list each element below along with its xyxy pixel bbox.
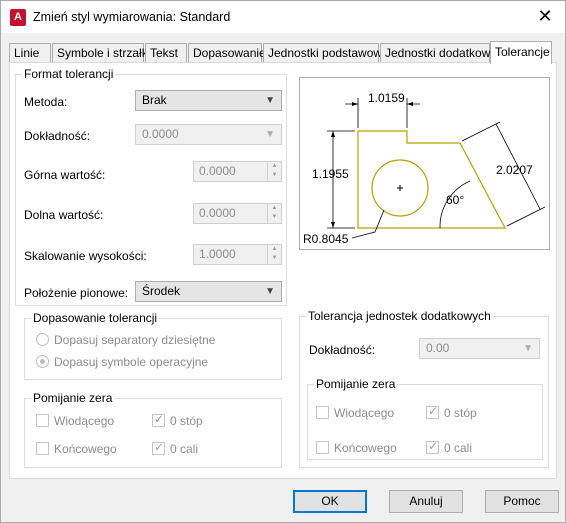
checkbox-box <box>316 441 329 454</box>
spin-up-icon[interactable]: ▲ <box>268 204 281 213</box>
chevron-down-icon: ▼ <box>523 343 533 354</box>
spin-down-icon[interactable]: ▼ <box>268 213 281 222</box>
spin-down-icon[interactable]: ▼ <box>268 171 281 180</box>
radio-label: Dopasuj separatory dziesiętne <box>54 333 216 347</box>
tab-jednostki-podstawowe[interactable]: Jednostki podstawowe <box>263 43 389 63</box>
lower-value-stepper[interactable]: 0.0000 ▲ ▼ <box>193 203 282 224</box>
checkbox-inches-right[interactable]: 0 cali <box>426 439 473 455</box>
checkbox-box <box>316 406 329 419</box>
center-mark-icon <box>397 185 403 191</box>
group-label: Tolerancja jednostek dodatkowych <box>306 309 493 323</box>
method-label: Metoda: <box>24 95 68 109</box>
checkbox-label: Końcowego <box>54 442 117 456</box>
spin-down-icon[interactable]: ▼ <box>268 254 281 263</box>
group-label: Format tolerancji <box>22 67 116 81</box>
preview-panel: 1.0159 1.1955 2.0207 60° R0.8045 <box>299 77 550 250</box>
group-label: Dopasowanie tolerancji <box>31 311 160 325</box>
chevron-down-icon: ▼ <box>265 95 275 106</box>
checkbox-trailing-left[interactable]: Końcowego <box>36 442 117 456</box>
vertical-position-label: Położenie pionowe: <box>24 286 129 300</box>
checkbox-inches-left[interactable]: 0 cali <box>152 440 199 456</box>
spin-up-icon[interactable]: ▲ <box>268 162 281 171</box>
method-select[interactable]: Brak ▼ <box>135 90 282 111</box>
tab-tekst[interactable]: Tekst <box>145 43 187 63</box>
radio-circle <box>36 333 49 346</box>
alt-precision-value: 0.00 <box>426 341 450 355</box>
vertical-position-select[interactable]: Środek ▼ <box>135 281 282 302</box>
checkbox-leading-left[interactable]: Wiodącego <box>36 414 114 428</box>
radio-align-operators[interactable]: Dopasuj symbole operacyjne <box>36 355 208 369</box>
group-tolerance-alignment: Dopasowanie tolerancji <box>24 311 282 380</box>
group-label: Pomijanie zera <box>314 377 398 391</box>
tab-tolerancje[interactable]: Tolerancje <box>490 41 552 64</box>
checkbox-box <box>152 440 165 455</box>
checkbox-label: Końcowego <box>334 441 397 455</box>
tab-linie[interactable]: Linie <box>9 43 51 63</box>
method-value: Brak <box>142 93 167 107</box>
radio-align-decimal[interactable]: Dopasuj separatory dziesiętne <box>36 333 215 347</box>
precision-select[interactable]: 0.0000 ▼ <box>135 124 282 145</box>
preview-drawing: 1.0159 1.1955 2.0207 60° R0.8045 <box>303 91 546 246</box>
tab-panel-tolerancje: Format tolerancji Metoda: Brak ▼ Dokładn… <box>9 62 557 479</box>
checkbox-box <box>36 414 49 427</box>
tab-symbole[interactable]: Symbole i strzałki <box>52 43 150 63</box>
dim-radius-text: R0.8045 <box>303 232 349 246</box>
checkbox-box <box>426 439 439 454</box>
scale-height-label: Skalowanie wysokości: <box>24 249 147 263</box>
lower-value-label: Dolna wartość: <box>24 208 104 222</box>
vertical-position-value: Środek <box>142 284 181 298</box>
tab-jednostki-dodatkowe[interactable]: Jednostki dodatkowe <box>380 43 497 63</box>
window-title: Zmień styl wymiarowania: Standard <box>33 10 231 24</box>
chevron-down-icon: ▼ <box>265 286 275 297</box>
checkbox-label: 0 stóp <box>444 406 477 420</box>
checkbox-box <box>152 412 165 427</box>
ok-button[interactable]: OK <box>293 490 367 513</box>
tab-dopasowanie[interactable]: Dopasowanie <box>188 43 266 63</box>
checkbox-trailing-right[interactable]: Końcowego <box>316 441 397 455</box>
checkbox-feet-left[interactable]: 0 stóp <box>152 412 203 428</box>
checkbox-label: 0 stóp <box>170 414 203 428</box>
part-outline <box>357 130 506 229</box>
help-button[interactable]: Pomoc <box>485 490 559 513</box>
checkbox-label: 0 cali <box>170 442 199 456</box>
scale-height-stepper[interactable]: 1.0000 ▲ ▼ <box>193 244 282 265</box>
checkbox-feet-right[interactable]: 0 stóp <box>426 404 477 420</box>
spin-up-icon[interactable]: ▲ <box>268 245 281 254</box>
dim-right-text: 2.0207 <box>496 163 533 177</box>
dim-left-text: 1.1955 <box>312 167 349 181</box>
radio-label: Dopasuj symbole operacyjne <box>54 355 209 369</box>
dialog-window: A Zmień styl wymiarowania: Standard ✕ Li… <box>0 0 566 523</box>
precision-label: Dokładność: <box>24 129 91 143</box>
checkbox-label: 0 cali <box>444 441 473 455</box>
checkbox-box <box>36 442 49 455</box>
dim-top-text: 1.0159 <box>368 91 405 105</box>
upper-value-label: Górna wartość: <box>24 168 106 182</box>
alt-precision-label: Dokładność: <box>309 343 376 357</box>
group-label: Pomijanie zera <box>31 391 115 405</box>
cancel-button[interactable]: Anuluj <box>389 490 463 513</box>
dim-angle-text: 60° <box>446 193 464 207</box>
precision-value: 0.0000 <box>142 127 179 141</box>
checkbox-label: Wiodącego <box>334 406 395 420</box>
checkbox-label: Wiodącego <box>54 414 115 428</box>
close-icon[interactable]: ✕ <box>534 5 556 27</box>
autocad-app-icon: A <box>10 9 26 26</box>
group-zero-suppression-left: Pomijanie zera <box>24 391 282 468</box>
lower-value: 0.0000 <box>199 206 236 220</box>
upper-value-stepper[interactable]: 0.0000 ▲ ▼ <box>193 161 282 182</box>
checkbox-leading-right[interactable]: Wiodącego <box>316 406 394 420</box>
radio-circle <box>36 355 49 368</box>
alt-precision-select[interactable]: 0.00 ▼ <box>419 338 540 359</box>
title-bar: A Zmień styl wymiarowania: Standard ✕ <box>1 1 565 33</box>
checkbox-box <box>426 404 439 419</box>
chevron-down-icon: ▼ <box>265 129 275 140</box>
upper-value: 0.0000 <box>199 164 236 178</box>
scale-height-value: 1.0000 <box>199 247 236 261</box>
